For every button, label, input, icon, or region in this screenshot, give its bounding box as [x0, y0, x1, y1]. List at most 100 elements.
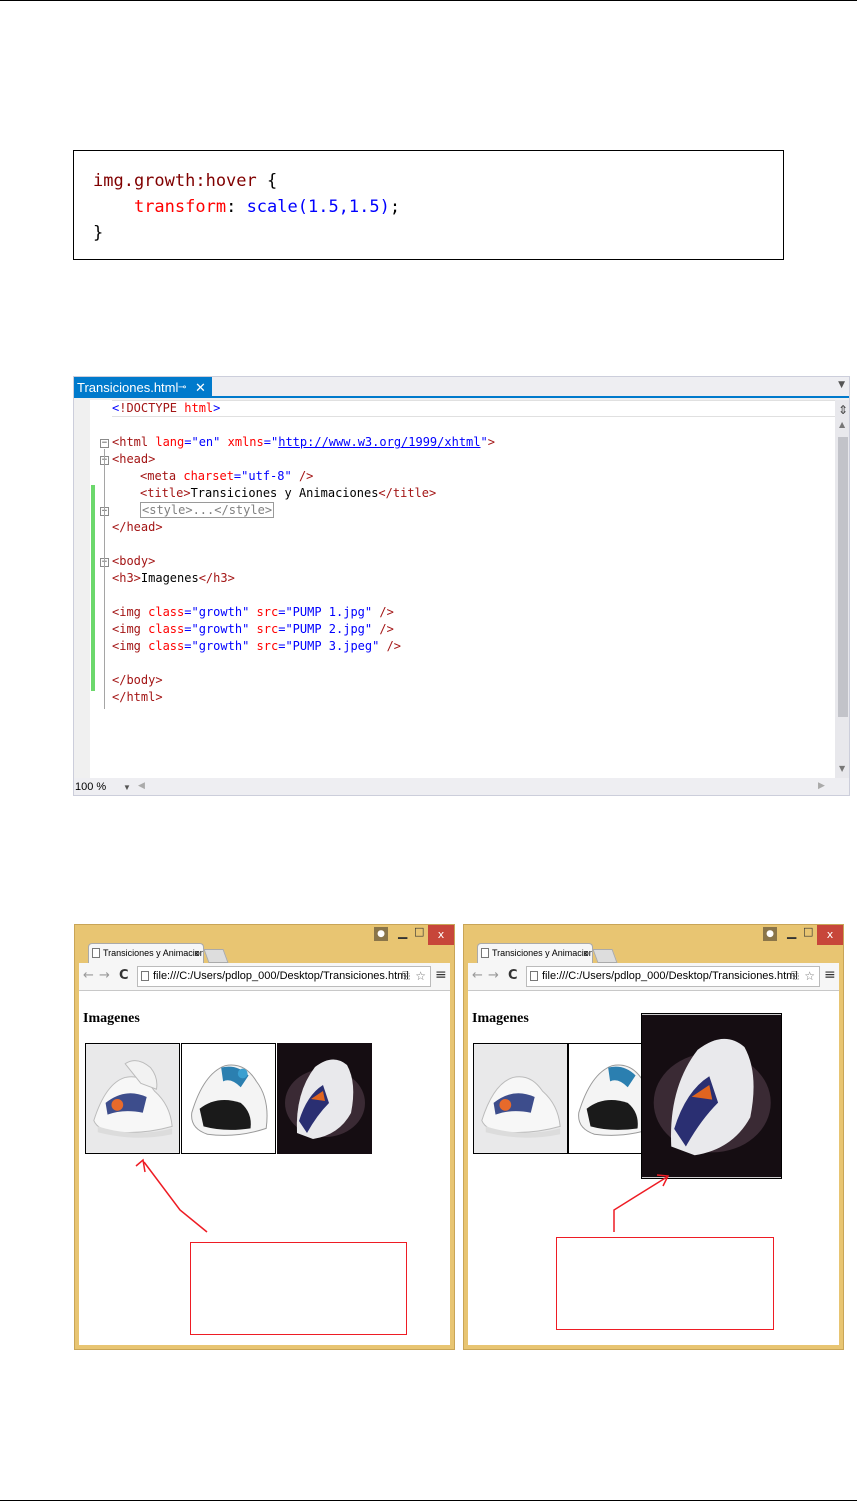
scroll-down-icon[interactable]: ▼ [839, 764, 845, 773]
star-icon[interactable]: ☆ [415, 967, 426, 986]
shoe-image-1-graphic [86, 1044, 179, 1153]
scroll-right-icon[interactable]: ▶ [818, 781, 825, 791]
shoe-image-2-graphic [182, 1044, 275, 1153]
zoom-level: 100 % [75, 781, 107, 793]
code-token: <meta [140, 469, 177, 483]
close-window-button[interactable]: x [428, 925, 454, 945]
code-token: "en" [191, 435, 221, 449]
maximize-icon[interactable]: □ [803, 925, 813, 938]
split-handle-icon[interactable]: ⇕ [838, 403, 848, 417]
page-icon [141, 971, 149, 981]
collapsed-region[interactable]: <style>...</style> [140, 502, 275, 518]
minimize-icon[interactable]: ▁ [787, 925, 796, 939]
code-token: "PUMP 1.jpg" [285, 605, 373, 619]
user-icon[interactable]: ● [374, 927, 388, 941]
pin-icon[interactable]: ⊸ [178, 377, 186, 398]
shoe-image-3-enlarged[interactable] [641, 1013, 782, 1179]
css-selector: img.growth:hover [93, 171, 257, 191]
browser-toolbar: ← → C file:///C:/Users/pdlop_000/Desktop… [79, 963, 450, 991]
close-icon[interactable]: ✕ [195, 377, 206, 398]
code-line-title: <title>Transiciones y Animaciones</title… [140, 485, 436, 502]
shoe-image-3[interactable] [277, 1043, 372, 1154]
scroll-left-icon[interactable]: ◀ [138, 781, 145, 791]
code-line-style-collapsed: <style>...</style> [140, 502, 275, 519]
ide-document-tab[interactable]: Transiciones.html ⊸ ✕ [74, 377, 212, 398]
close-window-button[interactable]: x [817, 925, 843, 945]
maximize-icon[interactable]: □ [414, 925, 424, 938]
back-arrow-icon[interactable]: ← [83, 968, 94, 983]
address-bar[interactable]: file:///C:/Users/pdlop_000/Desktop/Trans… [526, 966, 820, 987]
reload-icon[interactable]: C [119, 968, 129, 983]
code-token: = [184, 605, 192, 619]
code-token: = [263, 435, 271, 449]
vertical-scrollbar[interactable]: ⇕ ▲ ▼ [835, 400, 849, 778]
code-token: <title> [140, 486, 191, 500]
menu-icon[interactable]: ≡ [435, 967, 447, 983]
fold-collapse-icon[interactable]: − [100, 439, 109, 448]
tab-close-icon[interactable]: x [195, 944, 200, 963]
code-token: src [249, 622, 279, 636]
translate-icon[interactable]: ⎘ [791, 967, 799, 986]
css-property: transform [133, 197, 227, 217]
code-token: /> [372, 622, 394, 636]
new-tab-button[interactable] [592, 949, 618, 963]
star-icon[interactable]: ☆ [804, 967, 815, 986]
ide-status-bar: 100 % ▼ ◀ ▶ [74, 778, 849, 795]
code-token: </head> [112, 520, 163, 534]
user-icon[interactable]: ● [763, 927, 777, 941]
callout-box-left [190, 1242, 407, 1335]
shoe-image-1[interactable] [85, 1043, 180, 1154]
shoe-image-1[interactable] [473, 1043, 568, 1154]
code-token: xmlns [220, 435, 264, 449]
code-line-img-1: <img class="growth" src="PUMP 1.jpg" /> [112, 604, 394, 621]
snippet-line-3: } [93, 223, 103, 243]
browser-tab[interactable]: Transiciones y Animacion x [88, 943, 204, 963]
minimize-icon[interactable]: ▁ [398, 925, 407, 939]
shoe-image-2[interactable] [181, 1043, 276, 1154]
fold-guide-line [104, 449, 105, 709]
new-tab-button[interactable] [203, 949, 229, 963]
code-token: /> [372, 605, 394, 619]
reload-icon[interactable]: C [508, 968, 518, 983]
menu-icon[interactable]: ≡ [824, 967, 836, 983]
code-token: <html [112, 435, 149, 449]
code-link[interactable]: http://www.w3.org/1999/xhtml [278, 435, 480, 449]
code-token: class [140, 605, 185, 619]
url-text: file:///C:/Users/pdlop_000/Desktop/Trans… [153, 970, 409, 982]
shoe-image-3-graphic [642, 1014, 781, 1178]
zoom-selector[interactable]: 100 % ▼ [75, 780, 133, 795]
code-line-img-2: <img class="growth" src="PUMP 2.jpg" /> [112, 621, 394, 638]
browser-toolbar: ← → C file:///C:/Users/pdlop_000/Desktop… [468, 963, 839, 991]
code-token: "growth" [191, 639, 250, 653]
code-token: class [140, 639, 185, 653]
ide-code-editor[interactable]: <!DOCTYPE html> <html lang="en" xmlns="h… [112, 400, 835, 778]
forward-arrow-icon[interactable]: → [99, 968, 110, 983]
code-token: "growth" [191, 622, 250, 636]
forward-arrow-icon[interactable]: → [488, 968, 499, 983]
code-token: <head> [112, 452, 156, 466]
translate-icon[interactable]: ⎘ [402, 967, 410, 986]
page-top-rule [0, 0, 857, 1]
tab-dropdown-icon[interactable]: ▼ [838, 380, 845, 390]
code-token: /> [291, 469, 314, 483]
code-token: <img [112, 639, 141, 653]
css-colon: : [226, 197, 247, 217]
scroll-thumb[interactable] [838, 437, 848, 717]
window-controls: ● ▁ □ x [374, 925, 454, 945]
code-line-body-open: <body> [112, 553, 155, 570]
back-arrow-icon[interactable]: ← [472, 968, 483, 983]
address-bar[interactable]: file:///C:/Users/pdlop_000/Desktop/Trans… [137, 966, 431, 987]
page-icon [530, 971, 538, 981]
ide-tab-bar: Transiciones.html ⊸ ✕ ▼ [74, 377, 849, 398]
code-line-html-open: <html lang="en" xmlns="http://www.w3.org… [112, 434, 495, 451]
code-line-img-3: <img class="growth" src="PUMP 3.jpeg" /> [112, 638, 401, 655]
code-line-head-open: <head> [112, 451, 155, 468]
tab-close-icon[interactable]: x [584, 944, 589, 963]
browser-tab[interactable]: Transiciones y Animacion x [477, 943, 593, 963]
code-token: class [140, 622, 185, 636]
current-line-highlight [112, 400, 835, 417]
scroll-up-icon[interactable]: ▲ [839, 420, 845, 429]
code-token: <body> [112, 554, 156, 568]
css-semicolon: ; [389, 197, 401, 217]
code-token: !DOCTYPE [119, 401, 178, 415]
